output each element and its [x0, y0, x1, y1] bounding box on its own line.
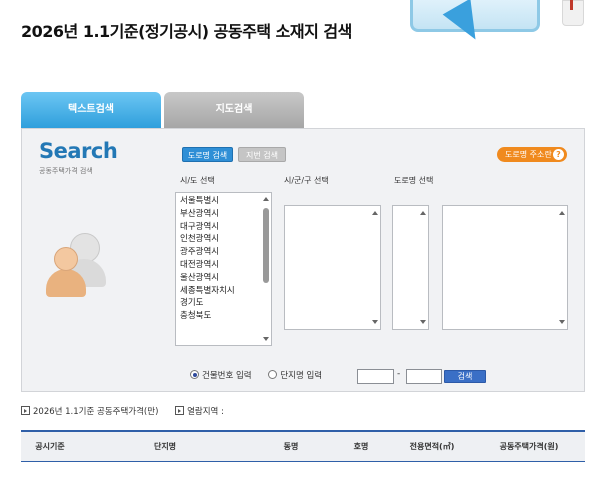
sido-option[interactable]: 광주광역시: [180, 246, 271, 259]
sido-option[interactable]: 경기도: [180, 297, 271, 310]
scroll-up-icon[interactable]: [263, 197, 269, 201]
search-logo-subtitle: 공동주택가격 검색: [39, 167, 93, 175]
scroll-up-icon[interactable]: [420, 211, 426, 215]
question-icon: ?: [553, 149, 564, 160]
sido-option[interactable]: 대구광역시: [180, 221, 271, 234]
viewing-region-info: 열람지역 :: [175, 406, 224, 417]
sido-select-list[interactable]: 서울특별시 부산광역시 대구광역시 인천광역시 광주광역시 대전광역시 울산광역시 세종특별자…: [175, 192, 272, 346]
radio-building-number-label: 건물번호 입력: [202, 371, 252, 381]
road-address-guide-label: 도로명 주소란: [505, 150, 552, 159]
road-name-scrollbar[interactable]: [558, 207, 566, 328]
tab-map-search[interactable]: 지도검색: [164, 92, 304, 128]
jibun-search-button[interactable]: 지번 검색: [238, 147, 286, 162]
sido-option[interactable]: 부산광역시: [180, 208, 271, 221]
col-complex-name: 단지명: [79, 430, 251, 462]
sido-option[interactable]: 세종특별자치시: [180, 285, 271, 298]
table-header-row: 공시기준 단지명 동명 호명 전용면적(㎡) 공동주택가격(원): [21, 430, 585, 462]
search-logo: Search: [39, 139, 118, 163]
search-button[interactable]: 검색: [444, 370, 486, 383]
building-main-number-input[interactable]: [357, 369, 394, 384]
sido-option[interactable]: 서울특별시: [180, 195, 271, 208]
sido-option[interactable]: 인천광역시: [180, 233, 271, 246]
scroll-down-icon[interactable]: [372, 320, 378, 324]
sigungu-select-list[interactable]: [284, 205, 381, 330]
radio-selected-icon[interactable]: [190, 370, 199, 379]
scroll-down-icon[interactable]: [420, 320, 426, 324]
result-table: 공시기준 단지명 동명 호명 전용면적(㎡) 공동주택가격(원): [21, 430, 585, 462]
radio-building-number[interactable]: 건물번호 입력: [190, 369, 252, 381]
sido-label: 시/도 선택: [180, 176, 215, 185]
road-initial-select-list[interactable]: [392, 205, 429, 330]
users-search-icon: [46, 229, 106, 299]
building-sub-number-input[interactable]: [406, 369, 442, 384]
road-name-select-list[interactable]: [442, 205, 568, 330]
road-name-label: 도로명 선택: [394, 176, 434, 185]
tab-text-search[interactable]: 텍스트검색: [21, 92, 161, 128]
radio-unselected-icon[interactable]: [268, 370, 278, 379]
col-basis: 공시기준: [21, 430, 79, 462]
col-price: 공동주택가격(원): [473, 430, 585, 462]
road-address-guide-button[interactable]: 도로명 주소란 ?: [497, 147, 567, 162]
price-basis-label: 2026년 1.1기준 공동주택가격(만): [33, 407, 159, 417]
number-separator: -: [397, 369, 401, 379]
viewing-region-label: 열람지역 :: [187, 407, 224, 417]
sido-option[interactable]: 대전광역시: [180, 259, 271, 272]
scroll-thumb[interactable]: [263, 208, 269, 283]
scroll-down-icon[interactable]: [559, 320, 565, 324]
radio-complex-name[interactable]: 단지명 입력: [268, 369, 322, 381]
input-type-radio-group: 건물번호 입력 단지명 입력: [190, 369, 322, 381]
scroll-up-icon[interactable]: [372, 211, 378, 215]
sigungu-scrollbar[interactable]: [371, 207, 379, 328]
scroll-up-icon[interactable]: [559, 211, 565, 215]
sigungu-label: 시/군/구 선택: [284, 176, 329, 185]
pen-icon: [570, 0, 573, 10]
radio-complex-name-label: 단지명 입력: [280, 371, 323, 381]
search-panel: Search 공동주택가격 검색 도로명 검색 지번 검색 도로명 주소란 ? …: [21, 128, 585, 392]
monitor-cursor-illustration: [410, 0, 600, 50]
pen-cup-icon: [562, 0, 584, 26]
info-row: 2026년 1.1기준 공동주택가격(만) 열람지역 :: [21, 405, 224, 417]
col-building: 동명: [251, 430, 331, 462]
sido-option[interactable]: 충청북도: [180, 310, 271, 323]
page-title: 2026년 1.1기준(정기공시) 공동주택 소재지 검색: [21, 22, 352, 41]
price-basis-info: 2026년 1.1기준 공동주택가격(만): [21, 406, 159, 417]
sido-option[interactable]: 울산광역시: [180, 272, 271, 285]
road-name-search-button[interactable]: 도로명 검색: [182, 147, 233, 162]
scroll-down-icon[interactable]: [263, 337, 269, 341]
sido-scrollbar[interactable]: [262, 194, 270, 344]
col-unit: 호명: [331, 430, 391, 462]
arrow-box-icon: [175, 406, 185, 415]
road-initial-scrollbar[interactable]: [419, 207, 427, 328]
col-area: 전용면적(㎡): [391, 430, 473, 462]
arrow-box-icon: [21, 406, 30, 415]
user-front-head-icon: [54, 247, 78, 271]
